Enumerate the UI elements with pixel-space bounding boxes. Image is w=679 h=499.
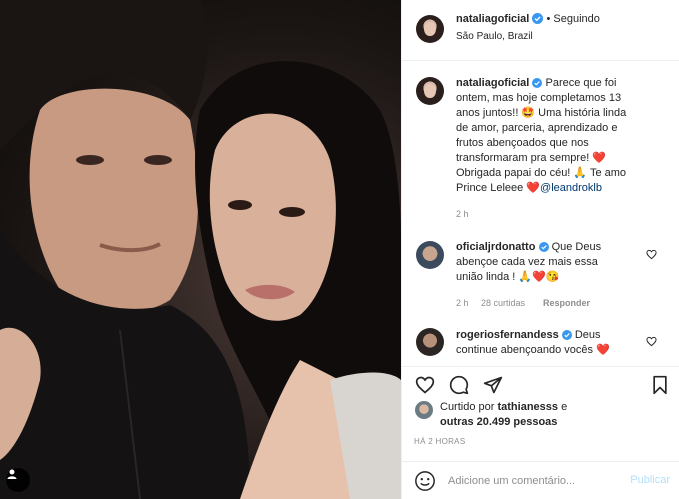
account-username[interactable]: nataliagoficial (456, 13, 529, 25)
verified-badge-icon (538, 242, 549, 252)
comment-line: abençoe cada vez mais essa (456, 256, 598, 268)
post-actions-bar (402, 366, 679, 404)
comment-line: Deus (574, 329, 601, 341)
caption-line: Obrigada papai do céu! 🙏 Te amo (456, 167, 627, 179)
caption-avatar[interactable] (416, 77, 444, 105)
comment-line: Que Deus (551, 241, 602, 253)
comment-avatar[interactable] (416, 241, 444, 269)
caption-time[interactable]: 2 h (456, 209, 469, 219)
verified-badge-icon (532, 13, 544, 24)
comment-like-heart-icon[interactable] (646, 249, 657, 260)
likes-summary: Curtido por tathianesss e outras 20.499 … (402, 400, 679, 434)
caption-username[interactable]: nataliagoficial (456, 77, 529, 89)
follow-status-button[interactable]: Seguindo (553, 13, 600, 25)
verified-badge-icon (532, 78, 543, 88)
caption-line: ontem, mas hoje completamos 13 (456, 92, 622, 104)
comment-likes-count[interactable]: 28 curtidas (481, 298, 525, 308)
likes-prefix: Curtido por (440, 401, 495, 413)
share-button[interactable] (481, 373, 505, 397)
liker-avatar[interactable] (415, 401, 433, 419)
comment-username[interactable]: rogeriosfernandess (456, 329, 559, 341)
comment-button[interactable] (447, 373, 471, 397)
publish-button[interactable]: Publicar (630, 474, 670, 486)
comment-like-heart-icon[interactable] (646, 336, 657, 347)
verified-badge-icon (561, 330, 572, 340)
paper-plane-icon (483, 376, 503, 394)
caption-text: nataliagoficial Parece que foi ontem, ma… (456, 76, 671, 196)
caption-line: Prince Leleee ❤️ (456, 182, 541, 194)
post-location[interactable]: São Paulo, Brazil (456, 31, 533, 42)
like-button[interactable] (413, 373, 437, 397)
likes-connector: e (561, 401, 568, 413)
comment-username[interactable]: oficialjrdonatto (456, 241, 535, 253)
caption-line: transformaram pra sempre! ❤️ (456, 152, 607, 164)
save-button[interactable] (648, 373, 672, 397)
post-side-panel: nataliagoficial • Seguindo São Paulo, Br… (401, 0, 679, 499)
follow-separator: • (546, 13, 551, 25)
post-header: nataliagoficial • Seguindo São Paulo, Br… (402, 0, 679, 61)
add-comment-bar: Publicar (402, 461, 679, 499)
caption-line: Parece que foi (545, 77, 617, 89)
likes-others-count[interactable]: outras 20.499 pessoas (440, 416, 557, 428)
caption-line: frutos abençoados que nos (456, 137, 589, 149)
mention-link[interactable]: @leandroklb (540, 182, 602, 194)
comment-line: continue abençoando vocês ❤️ (456, 344, 610, 356)
comment-input[interactable] (448, 471, 618, 491)
likes-text: Curtido por tathianesss e outras 20.499 … (440, 400, 567, 430)
user-icon (7, 469, 17, 479)
comment-line: união linda ! 🙏❤️😘 (456, 271, 560, 283)
caption-line: anos juntos!! 🤩 Uma história linda (456, 107, 627, 119)
post-photo[interactable] (0, 0, 401, 499)
tagged-users-button[interactable] (6, 468, 30, 492)
comment-text: rogeriosfernandess Deus continue abençoa… (456, 328, 646, 358)
comment-bubble-icon (449, 375, 469, 395)
comment-text: oficialjrdonatto Que Deus abençoe cada v… (456, 240, 646, 285)
comments-section: nataliagoficial Parece que foi ontem, ma… (402, 62, 679, 364)
post-timestamp[interactable]: HÁ 2 HORAS (414, 437, 465, 446)
caption-line: de amor, parceria, aprendizado e (456, 122, 618, 134)
comment-time[interactable]: 2 h (456, 298, 469, 308)
emoji-icon[interactable] (414, 470, 436, 492)
heart-icon (415, 376, 435, 394)
liker-username[interactable]: tathianesss (497, 401, 558, 413)
reply-button[interactable]: Responder (543, 298, 590, 308)
couple-photo-illustration (0, 0, 401, 499)
bookmark-icon (653, 375, 667, 395)
comment-avatar[interactable] (416, 328, 444, 356)
avatar[interactable] (416, 15, 444, 43)
